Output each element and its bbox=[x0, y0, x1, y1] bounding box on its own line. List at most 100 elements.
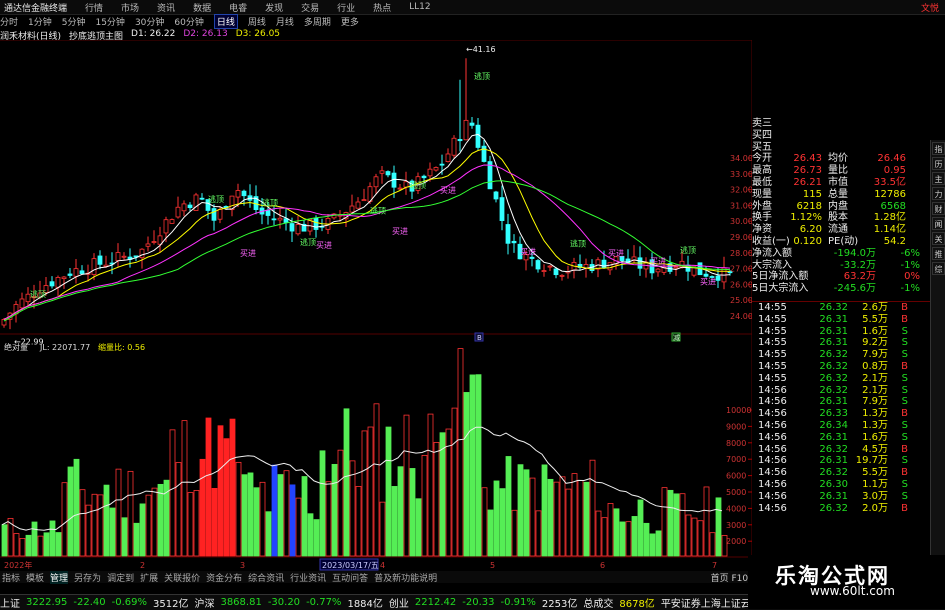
bottom-tab-11[interactable]: 普及新功能说明 bbox=[374, 571, 437, 584]
period-tab-1[interactable]: 1分钟 bbox=[28, 15, 52, 28]
menu-item-discover[interactable]: 发现 bbox=[265, 1, 283, 14]
bottom-tab-1[interactable]: 模板 bbox=[26, 571, 44, 584]
menu-item-industry[interactable]: 行业 bbox=[337, 1, 355, 14]
buy-signal-label: 买进 bbox=[316, 241, 332, 250]
volume-bar bbox=[403, 414, 410, 557]
volume-bar bbox=[643, 522, 650, 557]
tick-price: 26.32 bbox=[819, 372, 848, 384]
menu-item-market[interactable]: 市场 bbox=[121, 1, 139, 14]
bottom-tab-3[interactable]: 另存为 bbox=[74, 571, 101, 584]
menu-item-data[interactable]: 数据 bbox=[193, 1, 211, 14]
tick-list[interactable]: 14:55 26.32 2.6万 B 14:55 26.31 5.5万 B 14:55 26.31… bbox=[752, 302, 930, 514]
total-turnover-label: 总成交 bbox=[583, 599, 614, 610]
period-tab-4[interactable]: 30分钟 bbox=[135, 15, 164, 28]
quote-row: 换手 1.12% 股本 1.28亿 bbox=[752, 212, 930, 224]
date-axis-label: 2 bbox=[140, 561, 145, 570]
index-name[interactable]: 上证 bbox=[0, 595, 20, 610]
tick-time: 14:56 bbox=[758, 467, 787, 479]
sell-signal-label: 逃顶 bbox=[30, 289, 46, 299]
tick-row: 14:56 26.34 1.3万 S bbox=[752, 420, 930, 432]
right-tab-7[interactable]: 推 bbox=[932, 247, 945, 260]
tick-time: 14:55 bbox=[758, 313, 787, 325]
period-tab-8[interactable]: 月线 bbox=[276, 15, 294, 28]
right-tab-1[interactable]: 历 bbox=[932, 157, 945, 170]
volume-bar bbox=[25, 534, 32, 557]
bottom-tab-7[interactable]: 资金分布 bbox=[206, 571, 242, 584]
tick-price: 26.31 bbox=[819, 455, 848, 467]
tick-volume: 7.9万 bbox=[862, 396, 888, 408]
period-tab-9[interactable]: 多周期 bbox=[304, 15, 331, 28]
index-pct: -0.69% bbox=[111, 597, 147, 608]
bottom-tab-10[interactable]: 互动问答 bbox=[332, 571, 368, 584]
volume-bar bbox=[169, 429, 176, 557]
bottom-tab-2[interactable]: 管理 bbox=[50, 570, 69, 584]
right-tab-2[interactable]: 主 bbox=[932, 172, 945, 185]
period-tab-10[interactable]: 更多 bbox=[341, 15, 359, 28]
quote-label: 买四 bbox=[752, 129, 772, 141]
menu-item-news[interactable]: 资讯 bbox=[157, 1, 175, 14]
right-tab-8[interactable]: 综 bbox=[932, 262, 945, 275]
bottom-tab-9[interactable]: 行业资讯 bbox=[290, 571, 326, 584]
tick-row: 14:56 26.31 7.9万 S bbox=[752, 396, 930, 408]
flow-label: 5日大宗流入 bbox=[752, 283, 809, 295]
candle-body bbox=[49, 281, 55, 287]
period-tab-5[interactable]: 60分钟 bbox=[174, 15, 203, 28]
period-tab-0[interactable]: 分时 bbox=[0, 15, 18, 28]
candle-body bbox=[727, 271, 733, 274]
volume-bar bbox=[241, 474, 248, 557]
menu-item-tv[interactable]: 电睿 bbox=[229, 1, 247, 14]
candle-body bbox=[379, 170, 385, 174]
candle-body bbox=[457, 139, 463, 142]
quote-value: 54.2 bbox=[883, 235, 906, 247]
vol-axis-label: 7000 bbox=[726, 455, 746, 464]
tick-time: 14:56 bbox=[758, 443, 787, 455]
period-tab-3[interactable]: 15分钟 bbox=[95, 15, 124, 28]
bottom-tab-8[interactable]: 综合资讯 bbox=[248, 571, 284, 584]
right-tab-4[interactable]: 财 bbox=[932, 202, 945, 215]
volume-bar bbox=[397, 466, 404, 557]
volume-bar bbox=[523, 469, 530, 557]
right-tab-5[interactable]: 闻 bbox=[932, 217, 945, 230]
quote-value bbox=[862, 142, 906, 154]
volume-bar bbox=[505, 456, 512, 557]
index-change: -20.33 bbox=[462, 597, 495, 608]
bottom-tab-5[interactable]: 扩展 bbox=[140, 571, 158, 584]
kline-chart-area[interactable]: 34.00 33.00 32.00 31.00 30.00 29.00 28.00 27.00… bbox=[0, 40, 752, 572]
quote-label: 流通 bbox=[828, 224, 848, 236]
period-tab-2[interactable]: 5分钟 bbox=[62, 15, 86, 28]
right-tab-6[interactable]: 关 bbox=[932, 232, 945, 245]
volume-bar bbox=[463, 392, 470, 557]
tick-side: B bbox=[901, 502, 908, 514]
period-tab-6[interactable]: 日线 bbox=[213, 14, 238, 29]
tick-row: 14:56 26.30 1.1万 S bbox=[752, 479, 930, 491]
menu-item-hot[interactable]: 热点 bbox=[373, 1, 391, 14]
bottom-tab-6[interactable]: 关联报价 bbox=[164, 571, 200, 584]
quote-value: 0.95 bbox=[883, 165, 906, 177]
volume-bar bbox=[595, 510, 602, 557]
tick-side: S bbox=[901, 349, 908, 361]
index-name[interactable]: 沪深 bbox=[194, 595, 214, 610]
index-value: 3222.95 bbox=[26, 597, 68, 608]
right-tab-3[interactable]: 力 bbox=[932, 187, 945, 200]
sell-signal-label: 逃顶 bbox=[570, 238, 586, 248]
candle-body bbox=[493, 191, 499, 200]
candle-body bbox=[607, 262, 613, 271]
flow-row: 净流入额 -194.0万 -6% bbox=[752, 248, 930, 260]
right-tab-0[interactable]: 指 bbox=[932, 142, 945, 155]
volume-bar bbox=[391, 486, 398, 557]
period-tab-7[interactable]: 周线 bbox=[248, 15, 266, 28]
bottom-tab-0[interactable]: 指标 bbox=[2, 571, 20, 584]
volume-bar bbox=[283, 470, 290, 557]
candle-body bbox=[175, 206, 181, 218]
date-axis-label: 3 bbox=[240, 561, 245, 570]
candle-body bbox=[535, 260, 541, 270]
index-name[interactable]: 创业 bbox=[389, 595, 409, 610]
menu-item-trade[interactable]: 交易 bbox=[301, 1, 319, 14]
menu-item-quotes[interactable]: 行情 bbox=[85, 1, 103, 14]
bottom-tab-4[interactable]: 调定到 bbox=[107, 571, 134, 584]
price-axis-label: 27.00 bbox=[730, 265, 752, 274]
candle-body bbox=[61, 276, 67, 279]
tick-time: 14:56 bbox=[758, 502, 787, 514]
candle-body bbox=[169, 219, 175, 224]
menu-item-ll12[interactable]: LL12 bbox=[409, 2, 430, 12]
